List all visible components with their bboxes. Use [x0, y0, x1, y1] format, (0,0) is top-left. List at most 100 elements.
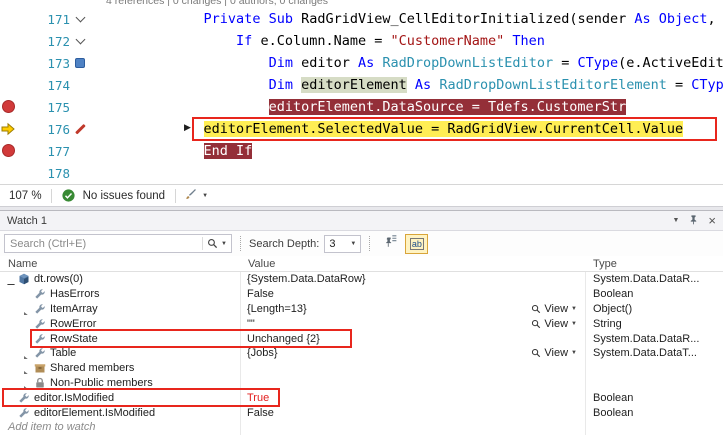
- value-cell[interactable]: {Length=13} View ▼: [240, 303, 585, 315]
- window-position-chevron-icon[interactable]: ▼: [672, 217, 679, 224]
- check-icon: [62, 189, 75, 202]
- watch-name: ItemArray: [50, 302, 98, 315]
- edit-pencil-icon: [74, 123, 86, 135]
- text-visualizer-icon: ab: [409, 237, 424, 250]
- pin-icon[interactable]: [688, 214, 699, 228]
- watch-row[interactable]: editor.IsModified True Boolean: [0, 388, 723, 408]
- code-cleanup-button[interactable]: ▼: [176, 188, 216, 204]
- code-line[interactable]: 178: [0, 162, 723, 184]
- watch-row[interactable]: Table {Jobs} View ▼ System.Data.DataT...: [0, 346, 723, 361]
- outline-gutter[interactable]: [70, 96, 90, 118]
- view-button[interactable]: View ▼: [531, 318, 585, 330]
- watch-type: System.Data.DataT...: [593, 347, 697, 360]
- column-header-type[interactable]: Type: [585, 258, 617, 270]
- watch-row[interactable]: Shared members: [0, 361, 723, 376]
- watch-row[interactable]: RowError "" View ▼ String: [0, 316, 723, 331]
- code-text[interactable]: Private Sub RadGridView_CellEditorInitia…: [90, 11, 723, 27]
- search-input[interactable]: [5, 235, 203, 252]
- code-line[interactable]: 175 editorElement.DataSource = Tdefs.Cus…: [0, 96, 723, 118]
- type-cell: String: [585, 318, 723, 330]
- outline-gutter[interactable]: [70, 74, 90, 96]
- code-line[interactable]: 174 Dim editorElement As RadDropDownList…: [0, 74, 723, 96]
- watch-row[interactable]: RowState Unchanged {2} System.Data.DataR…: [0, 329, 723, 348]
- code-line[interactable]: 177 End If: [0, 140, 723, 162]
- column-header-value[interactable]: Value: [240, 258, 585, 270]
- watch-title: Watch 1: [7, 214, 47, 227]
- code-text[interactable]: Dim editorElement As RadDropDownListEdit…: [90, 77, 723, 93]
- watch-row[interactable]: editorElement.IsModified False Boolean: [0, 405, 723, 420]
- collapse-chevron-icon[interactable]: [75, 34, 85, 45]
- outline-gutter[interactable]: [70, 52, 90, 74]
- value-cell[interactable]: {System.Data.DataRow}: [240, 273, 585, 285]
- type-cell: System.Data.DataT...: [585, 347, 723, 359]
- chevron-down-icon: ▼: [571, 320, 577, 327]
- breakpoint-margin[interactable]: [0, 52, 18, 74]
- breakpoint-margin[interactable]: [0, 140, 18, 162]
- breakpoint-margin[interactable]: [0, 8, 18, 30]
- code-text[interactable]: editorElement.DataSource = Tdefs.Custome…: [90, 99, 627, 115]
- bookmark-icon: [75, 58, 85, 68]
- breakpoint-icon[interactable]: [2, 100, 15, 113]
- watch-titlebar[interactable]: Watch 1 ▼ ×: [0, 211, 723, 231]
- pin-values-button[interactable]: [380, 234, 403, 254]
- search-icon[interactable]: [207, 238, 218, 249]
- brush-icon: [184, 188, 198, 204]
- code-text[interactable]: Dim editor As RadDropDownListEditor = CT…: [90, 55, 723, 71]
- outline-gutter[interactable]: [70, 30, 90, 52]
- watch-type: Boolean: [593, 288, 634, 301]
- watch-row[interactable]: ItemArray {Length=13} View ▼ Object(): [0, 302, 723, 317]
- watch-type: System.Data.DataR...: [593, 273, 700, 286]
- code-editor[interactable]: 4 references | 0 changes | 0 authors, 0 …: [0, 0, 723, 184]
- line-number: 172: [47, 33, 70, 49]
- text-view-toggle-button[interactable]: ab: [405, 233, 429, 254]
- view-label: View: [544, 302, 569, 315]
- code-line[interactable]: 171 Private Sub RadGridView_CellEditorIn…: [0, 8, 723, 30]
- view-button[interactable]: View ▼: [531, 347, 585, 359]
- breakpoint-margin[interactable]: [0, 118, 18, 140]
- breakpoint-margin[interactable]: [0, 30, 18, 52]
- column-header-name[interactable]: Name: [0, 258, 240, 270]
- code-text[interactable]: editorElement.SelectedValue = RadGridVie…: [90, 121, 684, 137]
- value-cell[interactable]: False: [240, 288, 585, 300]
- pin-column-icon: [385, 234, 398, 253]
- name-cell: editor.IsModified: [0, 392, 240, 404]
- code-line[interactable]: 172 If e.Column.Name = "CustomerName" Th…: [0, 30, 723, 52]
- search-depth-dropdown[interactable]: 3 ▼: [324, 234, 362, 253]
- outline-gutter[interactable]: [70, 8, 90, 30]
- value-cell[interactable]: {Jobs} View ▼: [240, 347, 585, 359]
- add-watch-row[interactable]: Add item to watch: [0, 420, 723, 435]
- code-line[interactable]: 173 Dim editor As RadDropDownListEditor …: [0, 52, 723, 74]
- watch-row[interactable]: Non-Public members: [0, 376, 723, 391]
- statement-marker-icon: ▶: [184, 122, 194, 135]
- code-line[interactable]: 176 editorElement.SelectedValue = RadGri…: [0, 117, 723, 141]
- code-text[interactable]: End If: [90, 143, 253, 159]
- zoom-control[interactable]: 107 %: [0, 190, 51, 202]
- outline-gutter[interactable]: [70, 118, 90, 140]
- watch-row[interactable]: dt.rows(0) {System.Data.DataRow} System.…: [0, 272, 723, 287]
- line-number: 175: [47, 99, 70, 115]
- breakpoint-margin[interactable]: [0, 74, 18, 96]
- outline-gutter[interactable]: [70, 162, 90, 184]
- code-text[interactable]: If e.Column.Name = "CustomerName" Then: [90, 33, 545, 49]
- search-depth-label: Search Depth:: [249, 237, 320, 250]
- close-icon[interactable]: ×: [708, 214, 716, 227]
- codelens[interactable]: 4 references | 0 changes | 0 authors, 0 …: [106, 0, 328, 7]
- view-button[interactable]: View ▼: [531, 303, 585, 315]
- name-cell: Add item to watch: [0, 421, 240, 433]
- outline-gutter[interactable]: [70, 140, 90, 162]
- watch-name: Shared members: [50, 362, 135, 375]
- breakpoint-icon[interactable]: [2, 144, 15, 157]
- chevron-down-icon[interactable]: ▼: [221, 241, 227, 247]
- value-cell[interactable]: True: [240, 392, 585, 404]
- breakpoint-margin[interactable]: [0, 96, 18, 118]
- collapse-chevron-icon[interactable]: [75, 12, 85, 23]
- value-cell[interactable]: "" View ▼: [240, 318, 585, 330]
- value-cell[interactable]: Unchanged {2}: [240, 333, 585, 345]
- watch-row[interactable]: HasErrors False Boolean: [0, 287, 723, 302]
- wrench-icon: [34, 347, 50, 359]
- breakpoint-margin[interactable]: [0, 162, 18, 184]
- line-number: 177: [47, 143, 70, 159]
- shared-icon: [34, 362, 50, 374]
- issues-indicator[interactable]: No issues found: [52, 189, 175, 202]
- value-cell[interactable]: False: [240, 407, 585, 419]
